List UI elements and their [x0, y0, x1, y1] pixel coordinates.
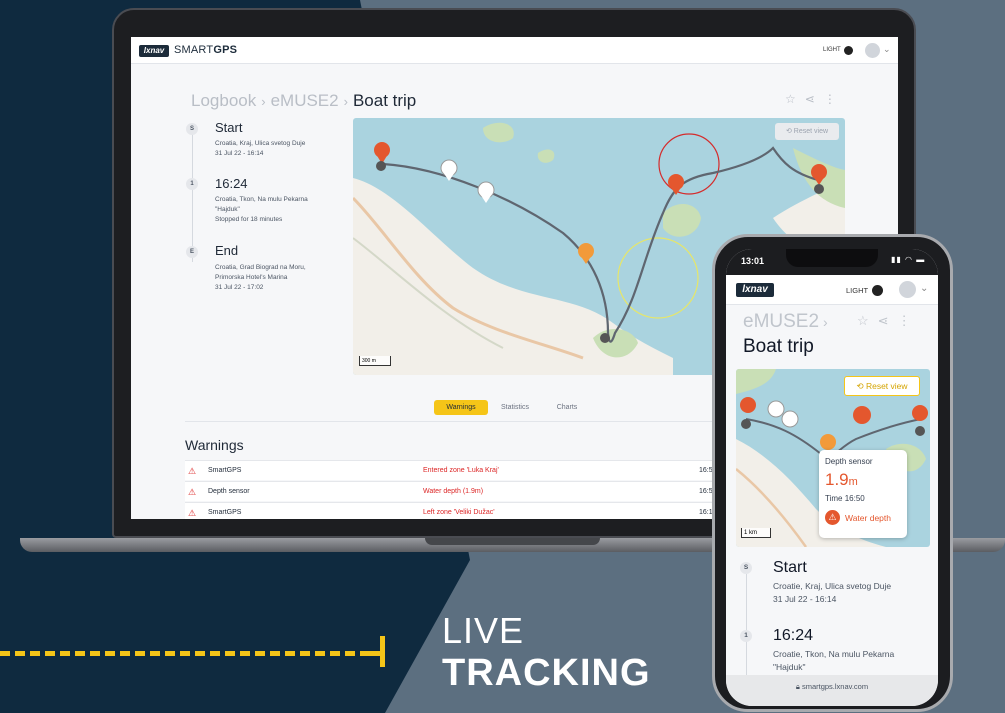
chevron-right-icon: ›	[823, 314, 828, 330]
page-title: Boat trip	[743, 336, 814, 357]
timeline-title-start: Start	[773, 559, 807, 576]
phone-status-bar: 13:01 ▮▮ ◠ ▬	[726, 249, 938, 275]
dashed-line-cap	[380, 636, 385, 667]
timeline-badge-start: S	[740, 562, 752, 574]
depth-popup[interactable]: Depth sensor 1.9m Time 16:50 ⚠ Water dep…	[819, 450, 907, 538]
warning-icon: ⚠	[825, 510, 840, 525]
timeline-title-start: Start	[215, 120, 243, 135]
timeline-badge-start: S	[186, 123, 198, 135]
tagline-live: LIVE	[442, 610, 525, 651]
tab-charts[interactable]: Charts	[547, 400, 587, 415]
timeline-badge-end: E	[186, 246, 198, 258]
status-time: 13:01	[741, 256, 765, 266]
marker-warning-icon[interactable]	[853, 406, 871, 424]
timeline-badge-stop: 1	[740, 630, 752, 642]
marker-stop-icon[interactable]	[820, 434, 836, 450]
tagline-tracking: TRACKING	[442, 652, 651, 694]
theme-label: LIGHT	[846, 286, 869, 295]
theme-label: LIGHT	[823, 47, 841, 53]
timeline-details-stop: Croatie, Tkon, Na mulu Pekarna "Hajduk"	[773, 649, 895, 672]
warning-icon: ⚠	[188, 466, 197, 476]
popup-warning: Water depth	[845, 513, 891, 523]
user-avatar-icon[interactable]	[899, 281, 916, 298]
more-icon[interactable]: ⋮	[824, 92, 845, 106]
dashed-line-end	[362, 651, 382, 656]
marker-stop-badge-icon[interactable]	[600, 333, 610, 343]
marker-weather-icon[interactable]	[767, 400, 785, 418]
timeline-line	[192, 132, 193, 262]
laptop-notch	[425, 538, 600, 545]
share-icon[interactable]: ⋖	[878, 313, 898, 328]
timeline-badge-stop: 1	[186, 178, 198, 190]
top-bar: lxnav SMARTGPS LIGHT ⌄	[131, 37, 898, 64]
warning-icon: ⚠	[188, 487, 197, 497]
app-name: SMARTGPS	[174, 44, 238, 56]
lock-icon: 🔒︎	[795, 682, 800, 691]
breadcrumb: eMUSE2 ›	[743, 311, 828, 333]
star-icon[interactable]: ☆	[857, 313, 878, 328]
share-icon[interactable]: ⋖	[805, 92, 824, 106]
page-title: Boat trip	[352, 91, 417, 110]
breadcrumb: Logbook › eMUSE2 › Boat trip	[191, 91, 416, 111]
user-avatar-icon[interactable]	[865, 43, 880, 58]
popup-title: Depth sensor	[825, 457, 873, 466]
map-scale: 300 m	[359, 356, 391, 366]
warnings-heading: Warnings	[185, 437, 244, 453]
lxnav-logo[interactable]: lxnav	[736, 283, 774, 297]
warning-icon: ⚠	[188, 508, 197, 518]
lxnav-logo[interactable]: lxnav	[139, 45, 169, 57]
timeline-details-start: Croatia, Kraj, Ulica svetog Duje 31 Jul 2…	[215, 140, 306, 157]
chevron-down-icon[interactable]: ⌄	[920, 283, 928, 294]
timeline-details-stop: Croatia, Tkon, Na mulu Pekarna "Hajduk" St…	[215, 196, 308, 223]
phone-notch	[786, 249, 878, 267]
theme-toggle[interactable]	[844, 46, 853, 55]
header-actions: ☆⋖⋮	[785, 92, 845, 106]
timeline-title-stop: 16:24	[215, 176, 248, 191]
timeline-details-start: Croatie, Kraj, Ulica svetog Duje 31 Jul 2…	[773, 581, 892, 604]
chevron-down-icon[interactable]: ⌄	[883, 44, 891, 55]
breadcrumb-device[interactable]: eMUSE2	[743, 311, 819, 332]
timeline-title-stop: 16:24	[773, 627, 814, 644]
popup-time: Time 16:50	[825, 494, 865, 503]
reset-view-button[interactable]: ⟲ Reset view	[844, 376, 920, 396]
tab-statistics[interactable]: Statistics	[493, 400, 537, 415]
browser-url-bar[interactable]: 🔒︎ smartgps.lxnav.com	[726, 675, 938, 706]
signal-icon: ▮▮ ◠ ▬	[891, 255, 926, 264]
chevron-right-icon: ›	[343, 94, 348, 109]
marker-clock-icon[interactable]	[781, 410, 799, 428]
header-actions: ☆⋖⋮	[857, 313, 920, 329]
chevron-right-icon: ›	[261, 94, 266, 109]
more-icon[interactable]: ⋮	[898, 313, 920, 328]
breadcrumb-device[interactable]: eMUSE2	[271, 91, 339, 110]
map-scale: 1 km	[741, 528, 771, 538]
reset-view-button[interactable]: ⟲ Reset view	[775, 123, 839, 140]
timeline-details-end: Croatia, Grad Biograd na Moru, Primorska …	[215, 264, 306, 291]
tab-warnings[interactable]: Warnings	[434, 400, 488, 415]
timeline-title-end: End	[215, 243, 239, 258]
theme-toggle[interactable]	[872, 285, 883, 296]
star-icon[interactable]: ☆	[785, 92, 805, 106]
phone-screen: 13:01 ▮▮ ◠ ▬ lxnav LIGHT ⌄ eMUSE2 › ☆⋖⋮ B…	[726, 249, 938, 706]
breadcrumb-logbook[interactable]: Logbook	[191, 91, 256, 110]
dashed-line	[0, 651, 370, 656]
popup-value: 1.9m	[825, 470, 858, 489]
